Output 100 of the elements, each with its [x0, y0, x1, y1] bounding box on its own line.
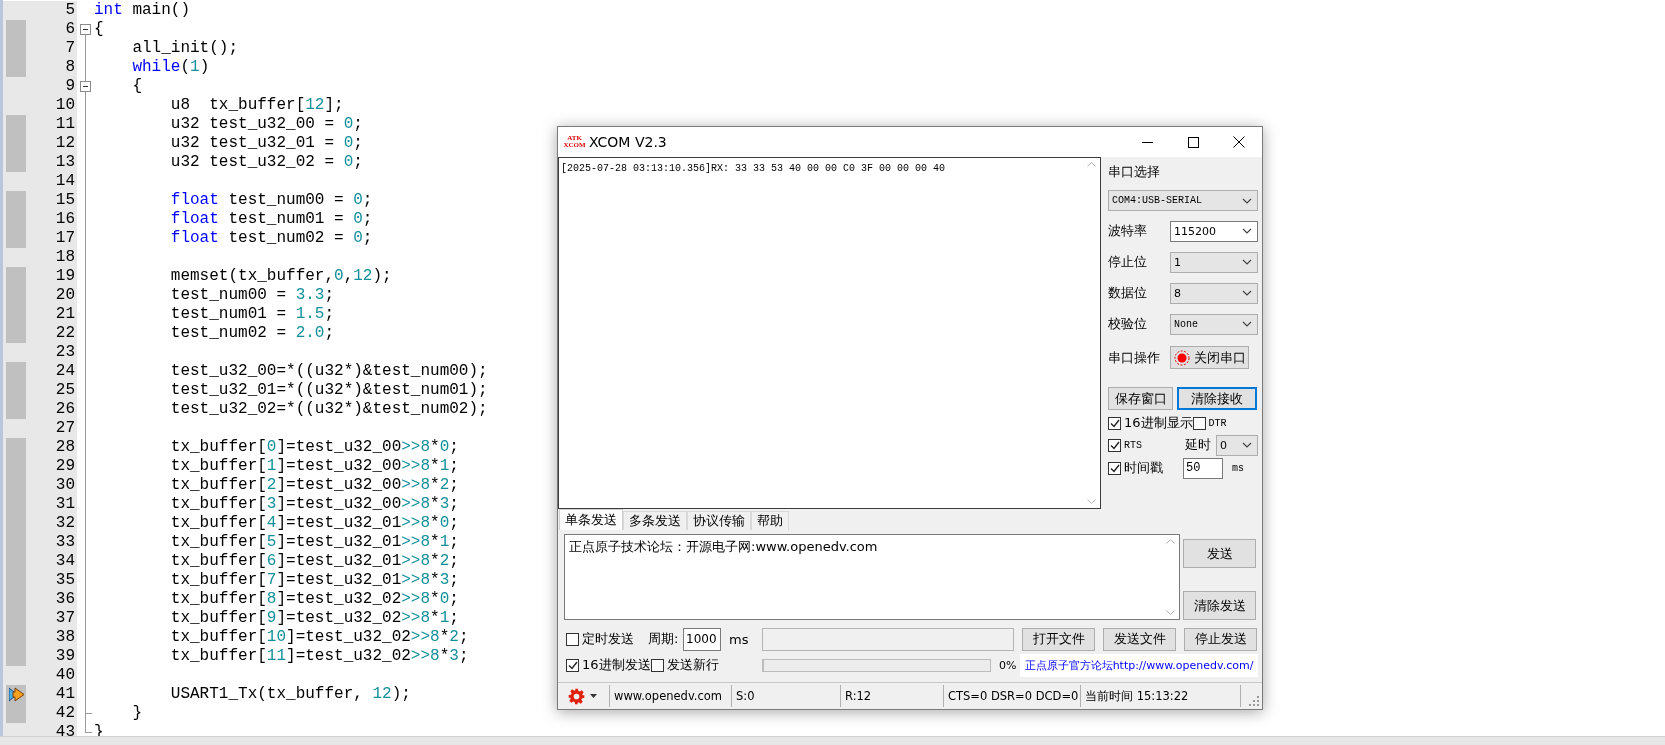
- action-button[interactable]: 保存窗口: [1108, 387, 1173, 410]
- setting-label: 数据位: [1108, 284, 1148, 302]
- dropdown[interactable]: None: [1170, 313, 1258, 335]
- action-button[interactable]: 停止发送: [1184, 627, 1257, 651]
- gear-icon[interactable]: [568, 687, 585, 705]
- code-line: tx_buffer[10]=test_u32_02>>8*2;: [169, 628, 469, 647]
- line-number: 39: [54, 647, 76, 666]
- unit-label: ms: [1232, 462, 1244, 474]
- resize-grip-icon[interactable]: [1249, 696, 1259, 706]
- checkbox[interactable]: RTS: [1108, 438, 1142, 452]
- checkbox[interactable]: DTR: [1192, 416, 1227, 430]
- checkbox[interactable]: 16进制发送: [566, 656, 651, 674]
- action-button[interactable]: 清除接收: [1177, 387, 1257, 410]
- line-number: 30: [54, 476, 76, 495]
- dropdown[interactable]: COM4:USB-SERIAL: [1108, 190, 1258, 211]
- setting-label: 校验位: [1108, 315, 1148, 333]
- action-button[interactable]: 清除发送: [1183, 591, 1256, 620]
- code-line: u32 test_u32_01 = 0;: [169, 134, 363, 153]
- line-number: 12: [54, 134, 76, 153]
- code-line: tx_buffer[0]=test_u32_00>>8*0;: [169, 438, 459, 457]
- tab[interactable]: 协议传输: [687, 511, 751, 530]
- line-number: 41: [54, 685, 76, 704]
- checkbox[interactable]: 16进制显示: [1108, 414, 1193, 432]
- line-number: 25: [54, 381, 76, 400]
- code-line: memset(tx_buffer,0,12);: [169, 267, 392, 286]
- code-line: }: [131, 704, 142, 723]
- line-number: 24: [54, 362, 76, 381]
- checkmark-icon: [1109, 463, 1120, 473]
- checkmark-icon: [1109, 418, 1120, 428]
- tab[interactable]: 帮助: [751, 511, 789, 530]
- scroll-up-icon[interactable]: [1087, 162, 1096, 167]
- caret-icon[interactable]: [590, 694, 597, 698]
- line-number: 15: [54, 191, 76, 210]
- received-count: R:12: [845, 689, 872, 703]
- code-line: {: [131, 77, 142, 96]
- code-line: test_u32_02=*((u32*)&test_num02);: [169, 400, 488, 419]
- action-button[interactable]: 打开文件: [1022, 627, 1095, 651]
- close-port-button[interactable]: 关闭串口: [1170, 346, 1249, 369]
- code-line: tx_buffer[11]=test_u32_02>>8*3;: [169, 647, 469, 666]
- line-number: 10: [54, 96, 76, 115]
- clock-label: 当前时间 15:13:22: [1085, 688, 1189, 704]
- website-label: www.openedv.com: [614, 689, 723, 703]
- line-number: 14: [54, 172, 76, 191]
- sent-count: S:0: [736, 689, 755, 703]
- line-number: 17: [54, 229, 76, 248]
- chevron-down-icon: [1242, 259, 1252, 265]
- interval-field[interactable]: 50: [1183, 457, 1223, 479]
- line-number: 18: [54, 248, 76, 267]
- progress-reading: 0%: [999, 658, 1017, 672]
- close-icon[interactable]: [1233, 136, 1245, 148]
- maximize-icon[interactable]: [1187, 136, 1199, 148]
- file-path-field[interactable]: [762, 627, 1014, 651]
- line-number: 13: [54, 153, 76, 172]
- line-number: 19: [54, 267, 76, 286]
- code-line: tx_buffer[1]=test_u32_00>>8*1;: [169, 457, 459, 476]
- action-button[interactable]: 发送文件: [1103, 627, 1176, 651]
- minimize-icon[interactable]: [1141, 141, 1153, 143]
- horizontal-scrollbar[interactable]: [0, 736, 1665, 745]
- dropdown[interactable]: 8: [1170, 282, 1258, 304]
- dropdown[interactable]: 115200: [1170, 220, 1258, 242]
- tab[interactable]: 单条发送: [559, 509, 623, 530]
- fold-icon[interactable]: [80, 24, 91, 35]
- code-line: all_init();: [131, 39, 239, 58]
- chevron-down-icon: [1242, 197, 1252, 204]
- setting-label: 停止位: [1108, 253, 1148, 271]
- tab[interactable]: 多条发送: [623, 511, 687, 530]
- checkbox[interactable]: 定时发送: [566, 630, 648, 648]
- line-number: 16: [54, 210, 76, 229]
- line-number: 21: [54, 305, 76, 324]
- line-number: 38: [54, 628, 76, 647]
- delay-label: 延时: [1185, 436, 1211, 454]
- period-label: 周期:: [648, 630, 680, 648]
- code-line: test_num01 = 1.5;: [169, 305, 335, 324]
- checkmark-icon: [567, 660, 578, 670]
- line-number: 8: [64, 58, 76, 77]
- scroll-down-icon[interactable]: [1087, 499, 1096, 504]
- checkbox[interactable]: 时间戳: [1108, 459, 1163, 477]
- line-number: 11: [54, 115, 76, 134]
- code-line: tx_buffer[7]=test_u32_01>>8*3;: [169, 571, 459, 590]
- code-line: u8 tx_buffer[12];: [169, 96, 344, 115]
- dropdown[interactable]: 1: [1170, 251, 1258, 273]
- forum-link[interactable]: 正点原子官方论坛http://www.openedv.com/: [1020, 653, 1258, 677]
- line-number: 36: [54, 590, 76, 609]
- line-number: 43: [54, 723, 76, 742]
- receive-area[interactable]: [2025-07-28 03:13:10.356]RX: 33 33 53 40 00 00 C0 3F 00 00 00 40: [558, 157, 1101, 509]
- line-number: 20: [54, 286, 76, 305]
- line-number: 35: [54, 571, 76, 590]
- chevron-down-icon: [1242, 228, 1252, 234]
- code-line: {: [94, 20, 104, 39]
- action-button[interactable]: 发送: [1183, 539, 1256, 568]
- dropdown[interactable]: 0: [1216, 434, 1258, 456]
- setting-label: 串口操作: [1108, 348, 1161, 367]
- fold-icon[interactable]: [80, 81, 91, 92]
- checkbox[interactable]: 发送新行: [651, 656, 762, 674]
- code-line: tx_buffer[3]=test_u32_00>>8*3;: [169, 495, 459, 514]
- code-line: test_u32_01=*((u32*)&test_num01);: [169, 381, 488, 400]
- line-number: 7: [64, 39, 76, 58]
- period-field[interactable]: 1000: [683, 627, 721, 651]
- line-number: 26: [54, 400, 76, 419]
- line-number: 5: [64, 1, 76, 20]
